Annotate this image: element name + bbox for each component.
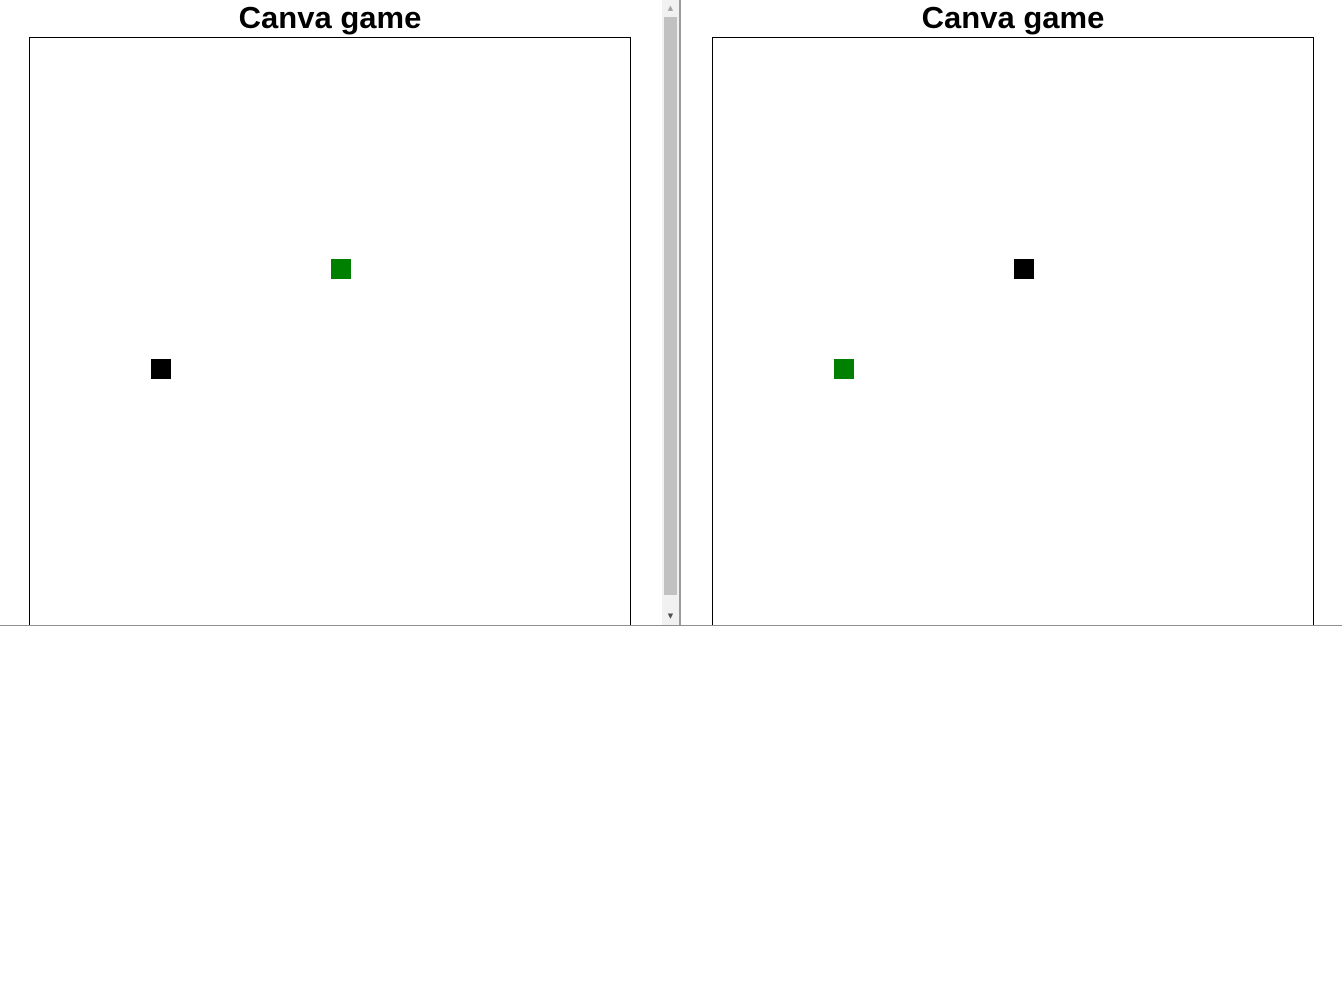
scroll-thumb[interactable] [664,17,677,595]
green-square [834,359,854,379]
green-square [331,259,351,279]
right-game-canvas[interactable] [712,37,1314,625]
black-square [151,359,171,379]
scroll-up-icon[interactable]: ▲ [662,0,679,16]
right-pane: Canva game [681,0,1342,625]
left-game-canvas[interactable] [29,37,631,625]
split-viewport: Canva game ▲ ▼ Canva game [0,0,1342,626]
scroll-down-icon[interactable]: ▼ [662,608,679,624]
black-square [1014,259,1034,279]
left-pane: Canva game [0,0,662,625]
right-pane-title: Canva game [921,0,1105,35]
left-pane-title: Canva game [238,0,422,35]
vertical-scrollbar[interactable]: ▲ ▼ [662,0,681,625]
